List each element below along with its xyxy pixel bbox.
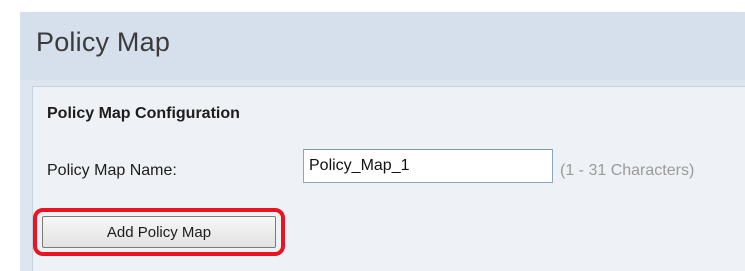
policy-map-configuration-section: Policy Map Configuration Policy Map Name… bbox=[32, 86, 745, 271]
section-heading: Policy Map Configuration bbox=[47, 105, 240, 122]
policy-map-name-label: Policy Map Name: bbox=[47, 162, 177, 179]
policy-map-name-input[interactable] bbox=[303, 149, 553, 183]
add-policy-map-button[interactable]: Add Policy Map bbox=[42, 216, 276, 248]
page-title: Policy Map bbox=[36, 27, 171, 57]
page-header: Policy Map bbox=[20, 12, 745, 80]
policy-map-page: Policy Map Policy Map Configuration Poli… bbox=[0, 0, 745, 271]
policy-map-name-hint: (1 - 31 Characters) bbox=[560, 162, 695, 179]
content-area: Policy Map Configuration Policy Map Name… bbox=[20, 80, 745, 271]
